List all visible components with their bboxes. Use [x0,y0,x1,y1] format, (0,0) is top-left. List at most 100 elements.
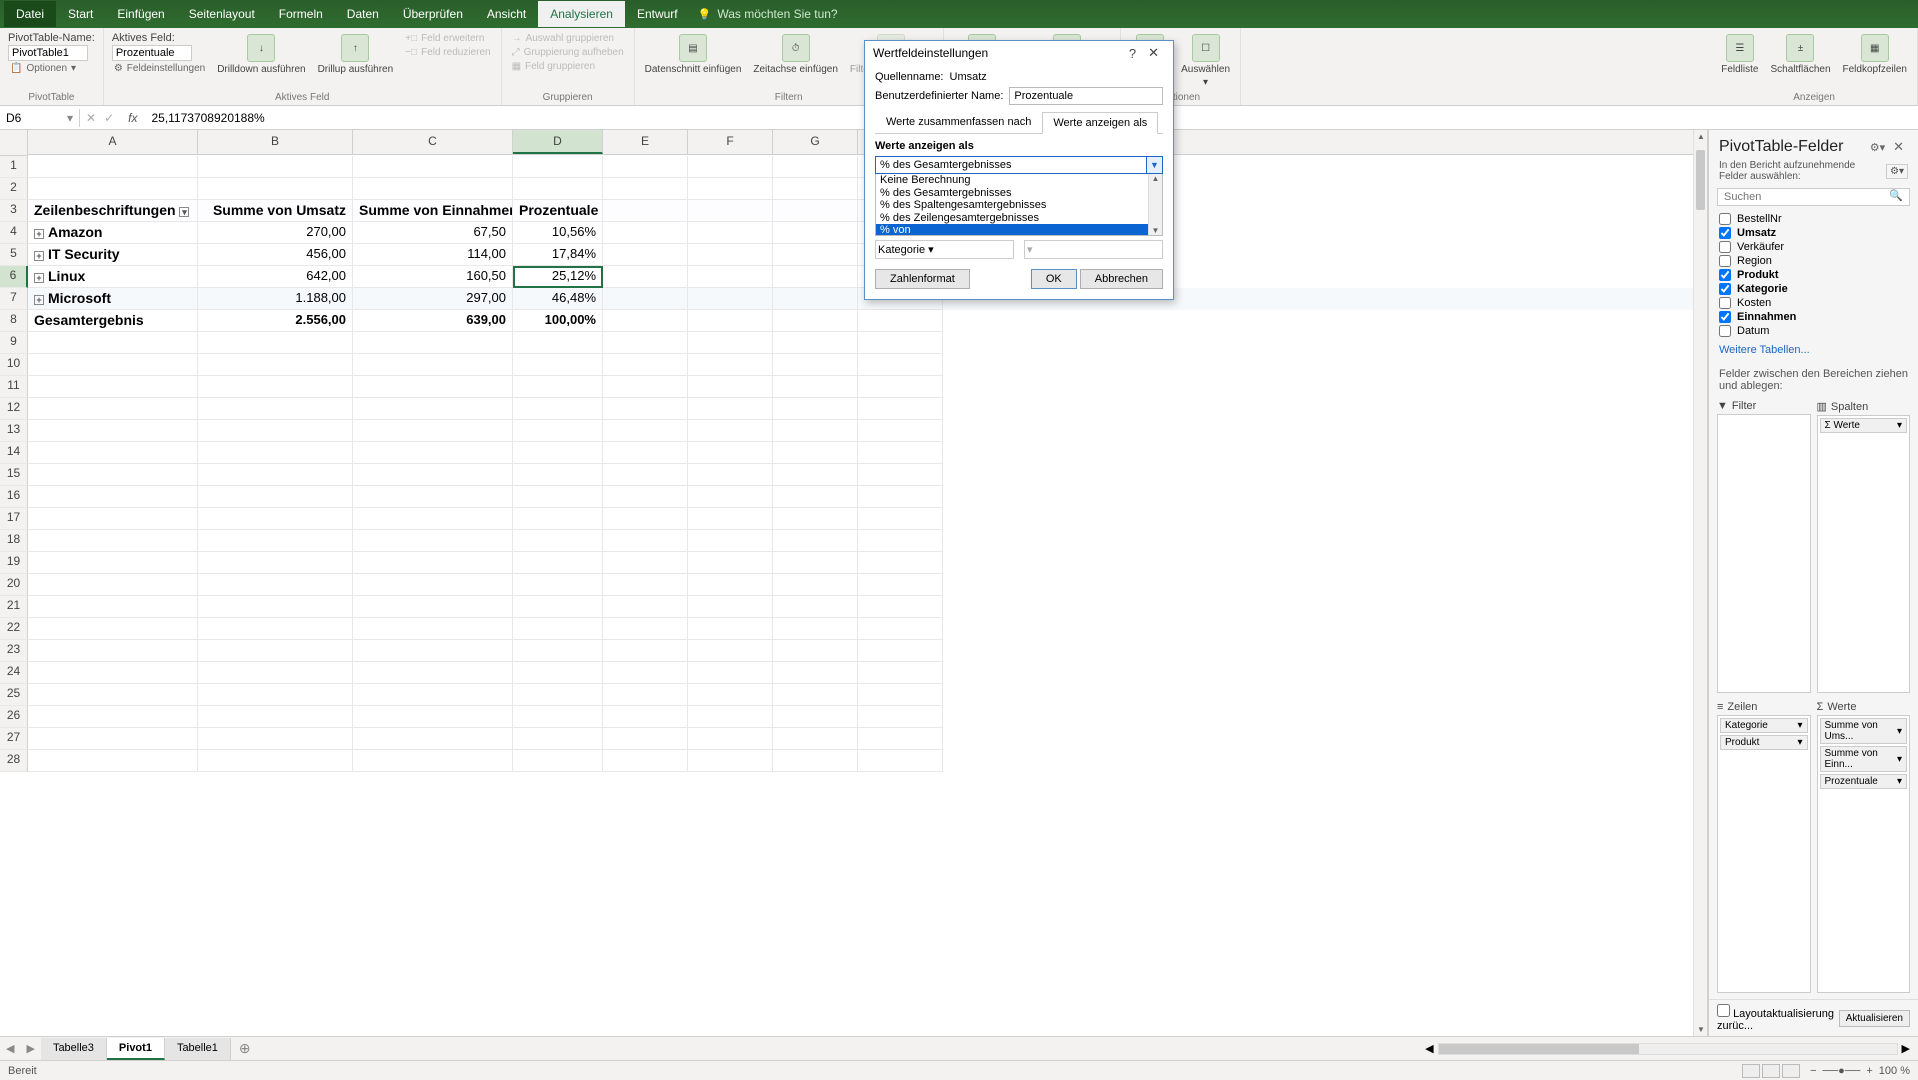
cell[interactable] [858,442,943,464]
cell[interactable] [603,618,688,640]
row-header[interactable]: 24 [0,662,28,684]
showas-option[interactable]: % des Spaltengesamtergebnisses [876,199,1162,212]
cell[interactable] [28,398,198,420]
tab-start[interactable]: Start [56,1,105,27]
enter-icon[interactable]: ✓ [104,111,114,125]
tellme-search[interactable]: Was möchten Sie tun? [698,7,838,21]
cell[interactable] [688,464,773,486]
cell[interactable] [513,640,603,662]
cell[interactable]: 642,00 [198,266,353,288]
cell[interactable] [353,728,513,750]
column-header[interactable]: E [603,130,688,154]
cell[interactable] [513,508,603,530]
row-header[interactable]: 20 [0,574,28,596]
cell[interactable] [858,596,943,618]
row-header[interactable]: 18 [0,530,28,552]
cell[interactable] [688,222,773,244]
cell[interactable] [28,376,198,398]
cell[interactable] [688,200,773,222]
cell[interactable] [198,420,353,442]
cell[interactable] [353,662,513,684]
cell[interactable] [198,574,353,596]
row-header[interactable]: 13 [0,420,28,442]
tab-einfuegen[interactable]: Einfügen [105,1,176,27]
cell[interactable] [513,156,603,178]
cell[interactable] [688,244,773,266]
cell[interactable]: 1.188,00 [198,288,353,310]
cell[interactable] [858,310,943,332]
cell[interactable] [688,288,773,310]
basis-item-select[interactable]: ▾ [1024,240,1163,259]
cell[interactable] [513,530,603,552]
cell[interactable]: 17,84% [513,244,603,266]
cell[interactable] [353,508,513,530]
cell[interactable] [28,596,198,618]
cell[interactable]: Prozentuale [513,200,603,222]
row-header[interactable]: 1 [0,156,28,178]
cell[interactable] [603,332,688,354]
cell[interactable] [28,662,198,684]
row-header[interactable]: 7 [0,288,28,310]
dialog-close-icon[interactable]: ✕ [1142,45,1165,61]
pane-search-input[interactable] [1718,189,1883,205]
cell[interactable]: 100,00% [513,310,603,332]
cell[interactable] [353,376,513,398]
cell[interactable] [603,508,688,530]
cell[interactable] [688,596,773,618]
cell[interactable] [858,486,943,508]
cell[interactable] [858,354,943,376]
pane-search[interactable]: 🔍 [1717,188,1910,206]
row-header[interactable]: 12 [0,398,28,420]
pane-close-icon[interactable]: ✕ [1889,139,1908,155]
pivottable-name-input[interactable] [8,45,88,61]
cell[interactable] [603,464,688,486]
cell[interactable] [688,574,773,596]
cell[interactable] [773,508,858,530]
row-header[interactable]: 5 [0,244,28,266]
cell[interactable]: +Amazon [28,222,198,244]
cell[interactable] [513,750,603,772]
field-checkbox[interactable]: Kategorie [1719,282,1908,296]
cell[interactable] [688,266,773,288]
showas-option[interactable]: % des Zeilengesamtergebnisses [876,212,1162,225]
cell[interactable] [688,662,773,684]
drillup-button[interactable]: ↑Drillup ausführen [316,32,396,77]
cell[interactable] [603,574,688,596]
cell[interactable] [28,552,198,574]
cell[interactable] [858,398,943,420]
cell[interactable] [858,684,943,706]
cell[interactable] [603,486,688,508]
cell[interactable] [688,354,773,376]
cell[interactable] [773,156,858,178]
cell[interactable] [513,464,603,486]
cell[interactable] [513,596,603,618]
field-checkbox[interactable]: Produkt [1719,268,1908,282]
horizontal-scrollbar[interactable]: ◀ ▶ [259,1042,1918,1055]
cell[interactable] [688,508,773,530]
area-pill[interactable]: Σ Werte▾ [1820,418,1908,433]
cell[interactable] [198,464,353,486]
cell[interactable]: 456,00 [198,244,353,266]
row-header[interactable]: 26 [0,706,28,728]
cell[interactable] [28,156,198,178]
cell[interactable] [858,420,943,442]
cell[interactable] [773,332,858,354]
cell[interactable] [198,662,353,684]
pane-settings-icon[interactable]: ⚙▾ [1866,141,1889,154]
zoom-control[interactable]: −──●──+ 100 % [1810,1065,1910,1077]
cell[interactable] [773,420,858,442]
tab-ansicht[interactable]: Ansicht [475,1,538,27]
cell[interactable] [198,332,353,354]
tab-datei[interactable]: Datei [4,1,56,27]
fieldheaders-button[interactable]: ▦Feldkopfzeilen [1841,32,1909,77]
cell[interactable] [688,332,773,354]
cell[interactable] [773,222,858,244]
cell[interactable] [353,596,513,618]
field-settings-button[interactable]: ⚙Feldeinstellungen [112,62,207,75]
area-pill[interactable]: Summe von Einn...▾ [1820,746,1908,772]
cell[interactable] [353,706,513,728]
row-header[interactable]: 3 [0,200,28,222]
cell[interactable] [773,530,858,552]
cell[interactable] [603,684,688,706]
cell[interactable] [28,684,198,706]
